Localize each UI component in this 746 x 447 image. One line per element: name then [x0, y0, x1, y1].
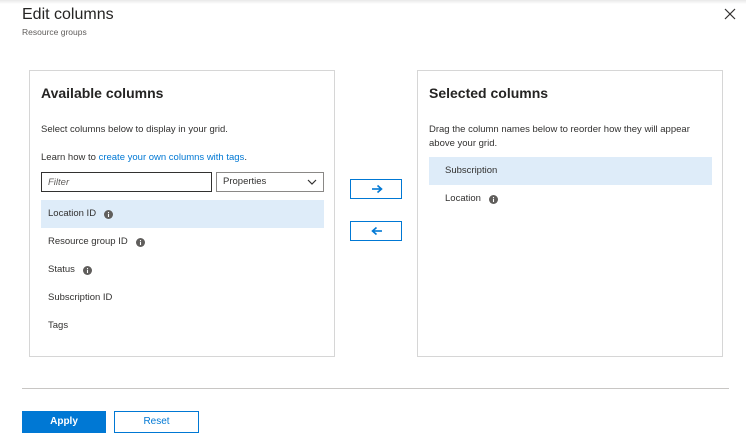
- dialog-subtitle: Resource groups: [22, 27, 87, 37]
- info-icon[interactable]: [135, 237, 145, 247]
- list-item-label: Subscription: [445, 165, 498, 176]
- footer-divider: [22, 388, 729, 389]
- list-item[interactable]: Location ID: [41, 200, 324, 228]
- properties-dropdown[interactable]: Properties: [216, 172, 324, 192]
- dialog-header: Edit columns Resource groups: [22, 5, 114, 37]
- remove-column-button[interactable]: [350, 221, 402, 241]
- close-button[interactable]: [722, 6, 738, 22]
- top-shadow: [0, 0, 746, 4]
- reset-button[interactable]: Reset: [114, 411, 199, 433]
- learn-suffix: .: [244, 152, 247, 163]
- list-item[interactable]: Tags: [41, 312, 324, 340]
- selected-columns-description: Drag the column names below to reorder h…: [429, 124, 690, 149]
- list-item[interactable]: Resource group ID: [41, 228, 324, 256]
- list-item-label: Tags: [48, 320, 69, 331]
- learn-text: Learn how to create your own columns wit…: [41, 152, 247, 163]
- list-item[interactable]: Status: [41, 256, 324, 284]
- list-item-label: Resource group ID: [48, 236, 128, 247]
- list-item[interactable]: Subscription: [429, 157, 712, 185]
- info-icon[interactable]: [104, 209, 114, 219]
- available-columns-description: Select columns below to display in your …: [41, 124, 228, 135]
- learn-prefix: Learn how to: [41, 152, 99, 163]
- arrow-left-icon: [371, 226, 382, 236]
- filter-input[interactable]: [41, 172, 212, 192]
- close-icon: [724, 8, 736, 20]
- available-columns-title: Available columns: [41, 85, 164, 101]
- add-column-button[interactable]: [350, 179, 402, 199]
- list-item-label: Subscription ID: [48, 292, 113, 303]
- arrow-right-icon: [372, 184, 383, 194]
- list-item-label: Location ID: [48, 208, 97, 219]
- selected-columns-title: Selected columns: [429, 85, 549, 101]
- info-icon[interactable]: [82, 265, 92, 275]
- chevron-down-icon: [307, 179, 317, 185]
- available-columns-panel: Available columns Select columns below t…: [29, 70, 335, 357]
- create-columns-link[interactable]: create your own columns with tags: [99, 152, 245, 163]
- info-icon[interactable]: [488, 194, 498, 204]
- selected-columns-list: Subscription Location: [429, 157, 712, 213]
- list-item-label: Location: [445, 193, 481, 204]
- dialog-title: Edit columns: [22, 6, 114, 23]
- list-item[interactable]: Location: [429, 185, 712, 213]
- selected-columns-panel: Selected columns Drag the column names b…: [417, 70, 723, 357]
- available-columns-list: Location ID Resource group ID Status Subscr…: [41, 200, 324, 340]
- edit-columns-dialog: Edit columns Resource groups Available c…: [0, 0, 746, 447]
- list-item-label: Status: [48, 264, 75, 275]
- list-item[interactable]: Subscription ID: [41, 284, 324, 312]
- dropdown-selected-value: Properties: [223, 176, 267, 187]
- apply-button[interactable]: Apply: [22, 411, 106, 433]
